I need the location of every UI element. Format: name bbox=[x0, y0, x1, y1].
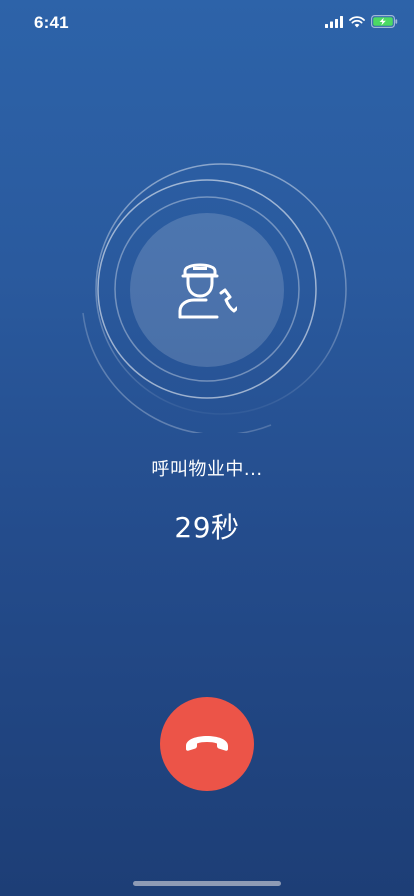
avatar bbox=[130, 213, 284, 367]
home-indicator[interactable] bbox=[133, 881, 281, 886]
hang-up-phone-icon bbox=[186, 736, 228, 751]
call-status-text: 呼叫物业中... bbox=[151, 459, 263, 480]
hang-up-button[interactable] bbox=[160, 697, 254, 791]
security-guard-phone-icon bbox=[178, 263, 237, 319]
call-screen: 6:41 呼叫物业中... 29秒 bbox=[0, 0, 414, 896]
call-timer: 29秒 bbox=[174, 511, 240, 544]
